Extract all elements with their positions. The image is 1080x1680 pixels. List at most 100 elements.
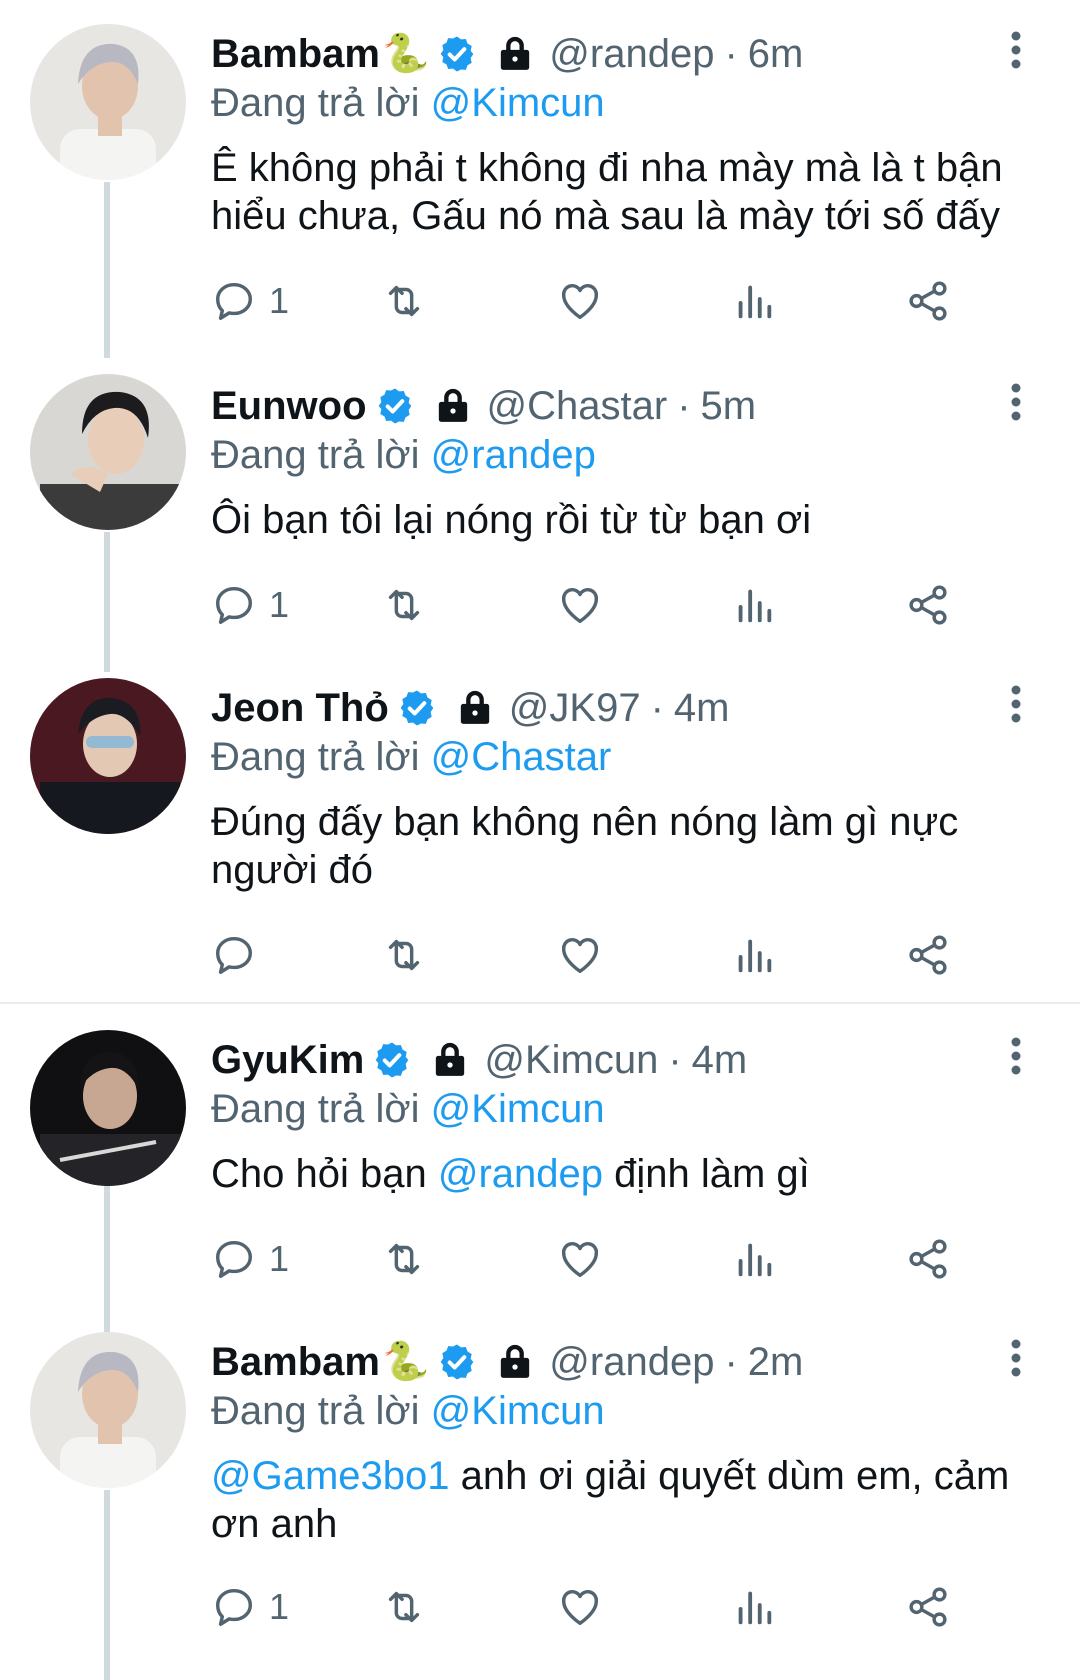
avatar[interactable] (30, 1332, 186, 1488)
tweet[interactable]: Bambam 🐍 @randep · 2m Đang trả lời @Kimc… (0, 1308, 1080, 1680)
avatar[interactable] (30, 374, 186, 530)
avatar[interactable] (30, 1030, 186, 1186)
handle[interactable]: @randep (549, 32, 714, 77)
share-icon (909, 935, 947, 975)
like-button[interactable] (557, 580, 603, 630)
tweet[interactable]: GyuKim @Kimcun · 4m Đang trả lời @Kimcun… (0, 1006, 1080, 1306)
separator-dot: · (724, 31, 738, 76)
timestamp[interactable]: 2m (748, 1340, 804, 1385)
timestamp[interactable]: 6m (748, 32, 804, 77)
handle[interactable]: @randep (549, 1340, 714, 1385)
share-icon (909, 585, 947, 625)
handle[interactable]: @JK97 (509, 686, 641, 731)
retweet-icon (388, 589, 420, 621)
reply-count: 1 (269, 280, 290, 321)
avatar[interactable] (30, 24, 186, 180)
more-vertical-icon[interactable] (1010, 684, 1022, 724)
reply-icon (215, 936, 253, 974)
replying-to: Đang trả lời @Kimcun (211, 78, 1020, 128)
handle[interactable]: @Chastar (487, 384, 668, 429)
views-button[interactable] (731, 1582, 777, 1632)
reply-count: 1 (269, 1238, 290, 1279)
reply-icon (215, 282, 253, 320)
author-name[interactable]: Jeon Thỏ (211, 686, 389, 731)
replying-label: Đang trả lời (211, 81, 420, 125)
tweet-text: Cho hỏi bạn @randep định làm gì (211, 1150, 1020, 1198)
author-name[interactable]: GyuKim (211, 1038, 364, 1083)
replying-mention[interactable]: @Chastar (431, 735, 612, 779)
share-button[interactable] (905, 930, 951, 980)
share-button[interactable] (905, 1582, 951, 1632)
action-bar: 1 (211, 1582, 1011, 1632)
share-icon (909, 1587, 947, 1627)
heart-icon (561, 1589, 599, 1626)
replying-mention[interactable]: @Kimcun (431, 1389, 605, 1433)
tweet[interactable]: Jeon Thỏ @JK97 · 4m Đang trả lời @Chasta… (0, 654, 1080, 1000)
reply-button[interactable]: 1 (211, 1234, 289, 1284)
body-mention[interactable]: @Game3bo1 (211, 1454, 450, 1498)
replying-mention[interactable]: @randep (431, 433, 596, 477)
tweet-header: Jeon Thỏ @JK97 · 4m (211, 680, 1020, 736)
avatar[interactable] (30, 678, 186, 834)
body-mention[interactable]: @randep (438, 1152, 603, 1196)
replying-label: Đang trả lời (211, 735, 420, 779)
views-bar-icon (738, 939, 772, 973)
tweet-body: Ê không phải t không đi nha mày mà là t … (211, 146, 1003, 238)
views-bar-icon (738, 589, 772, 623)
timestamp[interactable]: 5m (701, 384, 757, 429)
replying-to: Đang trả lời @Kimcun (211, 1084, 1020, 1134)
more-vertical-icon[interactable] (1010, 382, 1022, 422)
views-button[interactable] (731, 1234, 777, 1284)
reply-count: 1 (269, 584, 290, 625)
share-icon (909, 281, 947, 321)
reply-button[interactable]: 1 (211, 580, 289, 630)
heart-icon (561, 1241, 599, 1278)
like-button[interactable] (557, 930, 603, 980)
author-name[interactable]: Bambam (211, 32, 380, 77)
more-vertical-icon[interactable] (1010, 30, 1022, 70)
reply-icon (215, 1588, 253, 1626)
tweet-header: Bambam 🐍 @randep · 6m (211, 26, 1020, 82)
snake-emoji: 🐍 (381, 33, 430, 75)
views-button[interactable] (731, 580, 777, 630)
tweet-text: Đúng đấy bạn không nên nóng làm gì nực n… (211, 798, 1020, 894)
share-button[interactable] (905, 580, 951, 630)
tweet-header: Eunwoo @Chastar · 5m (211, 378, 1020, 434)
reply-button[interactable] (211, 930, 269, 980)
share-button[interactable] (905, 1234, 951, 1284)
timestamp[interactable]: 4m (692, 1038, 748, 1083)
share-button[interactable] (905, 276, 951, 326)
author-name[interactable]: Eunwoo (211, 384, 367, 429)
tweet[interactable]: Eunwoo @Chastar · 5m Đang trả lời @rande… (0, 352, 1080, 652)
author-name[interactable]: Bambam (211, 1340, 380, 1385)
reply-button[interactable]: 1 (211, 1582, 289, 1632)
more-vertical-icon[interactable] (1010, 1036, 1022, 1076)
replying-mention[interactable]: @Kimcun (431, 1087, 605, 1131)
section-divider (0, 1002, 1080, 1004)
separator-dot: · (668, 1037, 682, 1082)
retweet-button[interactable] (381, 1582, 427, 1632)
tweet-text: Ôi bạn tôi lại nóng rồi từ từ bạn ơi (211, 496, 1020, 544)
reply-button[interactable]: 1 (211, 276, 289, 326)
like-button[interactable] (557, 276, 603, 326)
action-bar: 1 (211, 580, 1011, 630)
retweet-button[interactable] (381, 276, 427, 326)
action-bar (211, 930, 1011, 980)
like-button[interactable] (557, 1582, 603, 1632)
tweet[interactable]: Bambam 🐍 @randep · 6m Đang trả lời @Kimc… (0, 0, 1080, 350)
replying-to: Đang trả lời @randep (211, 430, 1020, 480)
retweet-icon (388, 939, 420, 971)
tweet-body: Ôi bạn tôi lại nóng rồi từ từ bạn ơi (211, 498, 812, 542)
heart-icon (561, 937, 599, 974)
retweet-button[interactable] (381, 930, 427, 980)
views-bar-icon (738, 1591, 772, 1625)
views-button[interactable] (731, 930, 777, 980)
views-button[interactable] (731, 276, 777, 326)
like-button[interactable] (557, 1234, 603, 1284)
retweet-button[interactable] (381, 1234, 427, 1284)
replying-mention[interactable]: @Kimcun (431, 81, 605, 125)
retweet-button[interactable] (381, 580, 427, 630)
handle[interactable]: @Kimcun (484, 1038, 658, 1083)
more-vertical-icon[interactable] (1010, 1338, 1022, 1378)
timestamp[interactable]: 4m (674, 686, 730, 731)
